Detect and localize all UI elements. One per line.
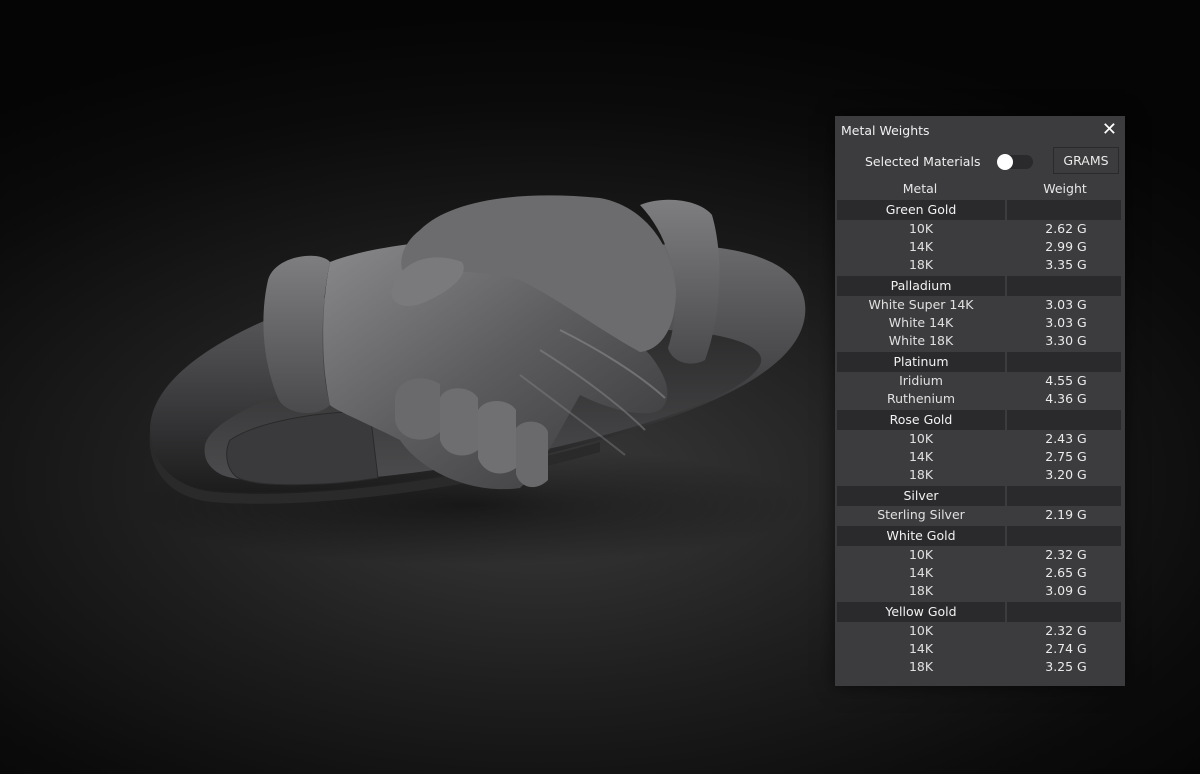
table-row: 10K 2.32 G [835, 546, 1125, 564]
metal-weights-panel: Metal Weights ✕ Selected Materials GRAMS… [835, 116, 1125, 686]
metal-alloy-name: 14K [908, 565, 934, 580]
group-weight-blank [1005, 486, 1121, 506]
metal-alloy-name: White 14K [888, 315, 954, 330]
metal-alloy-name: 14K [908, 449, 934, 464]
group-weight-blank [1005, 410, 1121, 430]
metal-alloy-name: White Super 14K [868, 297, 974, 312]
metal-alloy-name: 18K [908, 467, 934, 482]
group-name: Platinum [893, 354, 949, 369]
metal-weight-value: 3.35 G [1045, 257, 1087, 272]
metal-alloy-name: 10K [908, 547, 934, 562]
selected-materials-label: Selected Materials [865, 154, 981, 169]
metal-weight-value: 2.19 G [1045, 507, 1087, 522]
panel-controls: Selected Materials GRAMS [835, 144, 1125, 178]
metal-weight-value: 2.32 G [1045, 547, 1087, 562]
metal-weight-value: 2.62 G [1045, 221, 1087, 236]
table-row: 14K 2.99 G [835, 238, 1125, 256]
selected-materials-toggle[interactable] [997, 154, 1033, 170]
metal-weight-value: 2.65 G [1045, 565, 1087, 580]
table-row: 14K 2.75 G [835, 448, 1125, 466]
metal-alloy-name: Sterling Silver [877, 507, 965, 522]
group-row: Yellow Gold [837, 602, 1121, 622]
table-row: 14K 2.65 G [835, 564, 1125, 582]
metal-alloy-name: Iridium [899, 373, 943, 388]
unit-grams-button[interactable]: GRAMS [1053, 147, 1119, 174]
group-row: White Gold [837, 526, 1121, 546]
metal-weight-value: 3.03 G [1045, 315, 1087, 330]
table-row: White 18K 3.30 G [835, 332, 1125, 350]
metal-weight-value: 2.43 G [1045, 431, 1087, 446]
toggle-knob [997, 154, 1013, 170]
panel-header: Metal Weights ✕ [835, 116, 1125, 144]
metal-alloy-name: Ruthenium [886, 391, 956, 406]
metal-weight-value: 2.99 G [1045, 239, 1087, 254]
metal-weight-value: 3.09 G [1045, 583, 1087, 598]
close-icon[interactable]: ✕ [1102, 121, 1119, 139]
group-name: Palladium [890, 278, 952, 293]
group-name: Yellow Gold [885, 604, 957, 619]
weights-table: Green Gold 10K 2.62 G 14K 2.99 G 18K 3.35 G Pal… [835, 200, 1125, 678]
group-weight-blank [1005, 276, 1121, 296]
table-row: 10K 2.32 G [835, 622, 1125, 640]
table-row: White Super 14K 3.03 G [835, 296, 1125, 314]
metal-weight-value: 2.75 G [1045, 449, 1087, 464]
panel-title: Metal Weights [841, 122, 930, 138]
table-row: 14K 2.74 G [835, 640, 1125, 658]
table-header: Metal Weight [835, 178, 1125, 200]
metal-alloy-name: 10K [908, 623, 934, 638]
metal-weight-value: 4.55 G [1045, 373, 1087, 388]
group-row: Green Gold [837, 200, 1121, 220]
metal-weight-value: 3.03 G [1045, 297, 1087, 312]
group-name: White Gold [886, 528, 956, 543]
metal-alloy-name: White 18K [888, 333, 954, 348]
metal-alloy-name: 10K [908, 221, 934, 236]
table-row: Sterling Silver 2.19 G [835, 506, 1125, 524]
metal-alloy-name: 14K [908, 641, 934, 656]
group-row: Silver [837, 486, 1121, 506]
table-row: 10K 2.43 G [835, 430, 1125, 448]
metal-alloy-name: 14K [908, 239, 934, 254]
metal-alloy-name: 10K [908, 431, 934, 446]
table-row: 10K 2.62 G [835, 220, 1125, 238]
table-row: 18K 3.25 G [835, 658, 1125, 676]
metal-weight-value: 3.20 G [1045, 467, 1087, 482]
column-header-weight: Weight [1043, 181, 1087, 196]
group-row: Palladium [837, 276, 1121, 296]
group-name: Green Gold [885, 202, 957, 217]
table-row: White 14K 3.03 G [835, 314, 1125, 332]
group-weight-blank [1005, 200, 1121, 220]
group-name: Silver [903, 488, 939, 503]
metal-alloy-name: 18K [908, 583, 934, 598]
table-row: 18K 3.20 G [835, 466, 1125, 484]
metal-alloy-name: 18K [908, 257, 934, 272]
group-weight-blank [1005, 526, 1121, 546]
column-header-metal: Metal [902, 181, 938, 196]
metal-weight-value: 3.25 G [1045, 659, 1087, 674]
metal-weight-value: 2.32 G [1045, 623, 1087, 638]
table-row: 18K 3.09 G [835, 582, 1125, 600]
metal-weight-value: 3.30 G [1045, 333, 1087, 348]
table-row: Iridium 4.55 G [835, 372, 1125, 390]
table-row: Ruthenium 4.36 G [835, 390, 1125, 408]
group-weight-blank [1005, 352, 1121, 372]
table-row: 18K 3.35 G [835, 256, 1125, 274]
group-row: Platinum [837, 352, 1121, 372]
group-weight-blank [1005, 602, 1121, 622]
metal-weight-value: 2.74 G [1045, 641, 1087, 656]
metal-weight-value: 4.36 G [1045, 391, 1087, 406]
group-name: Rose Gold [889, 412, 953, 427]
metal-alloy-name: 18K [908, 659, 934, 674]
group-row: Rose Gold [837, 410, 1121, 430]
